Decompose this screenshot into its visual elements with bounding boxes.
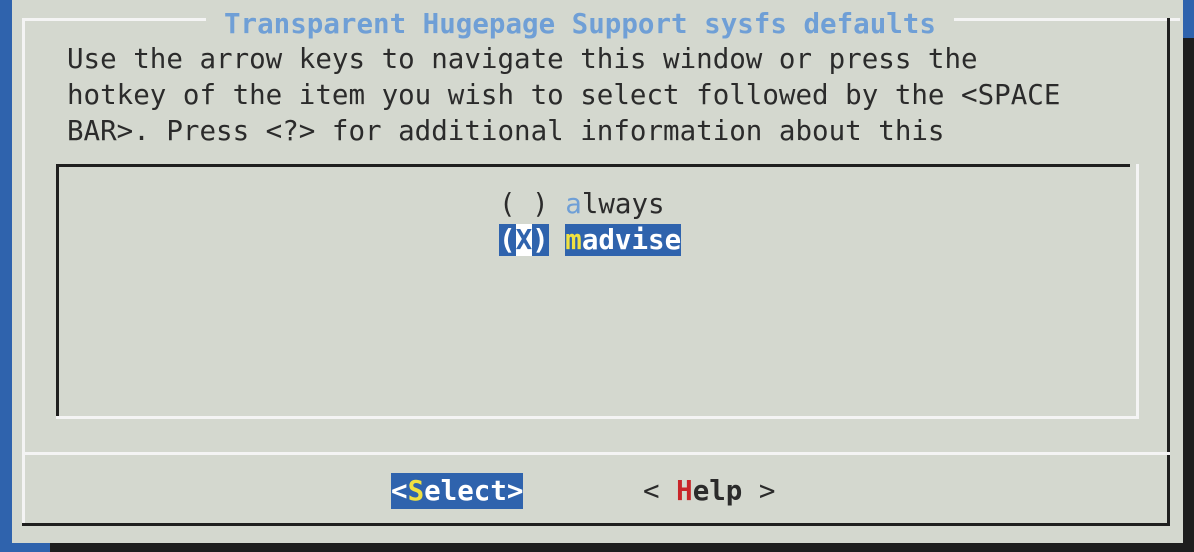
select-hotkey: S [407, 475, 425, 507]
radio-marker-madvise[interactable]: (X) [499, 224, 549, 256]
dialog-title: Transparent Hugepage Support sysfs defau… [206, 6, 954, 42]
button-separator [22, 452, 1170, 455]
description-line-3: BAR>. Press <?> for additional informati… [67, 115, 945, 147]
frame-left-border [22, 18, 25, 526]
description-line-1: Use the arrow keys to navigate this wind… [67, 43, 978, 75]
frame-bottom-border [22, 523, 1170, 526]
dialog-shadow-right [1183, 38, 1194, 552]
option-always-label: always [565, 188, 665, 220]
help-button[interactable]: < Help > [643, 473, 775, 509]
listbox-left-border [56, 164, 59, 419]
listbox-bottom-border [56, 416, 1139, 419]
dialog-window: Transparent Hugepage Support sysfs defau… [12, 0, 1183, 543]
listbox-right-border [1136, 164, 1139, 419]
description-line-2: hotkey of the item you wish to select fo… [67, 79, 1061, 111]
help-hotkey: H [676, 475, 693, 507]
radio-marker-always[interactable]: ( ) [499, 188, 549, 220]
option-always-hotkey: a [565, 188, 582, 220]
listbox-top-border [56, 164, 1130, 167]
option-always[interactable]: ( ) always [499, 186, 665, 222]
select-button[interactable]: <Select> [391, 473, 524, 509]
option-madvise[interactable]: (X) madvise [499, 222, 682, 258]
dialog-shadow-bottom [50, 543, 1194, 552]
option-madvise-label: madvise [565, 224, 682, 256]
terminal-background: Transparent Hugepage Support sysfs defau… [0, 0, 1194, 552]
frame-right-border [1167, 18, 1170, 526]
option-madvise-hotkey: m [565, 224, 582, 256]
